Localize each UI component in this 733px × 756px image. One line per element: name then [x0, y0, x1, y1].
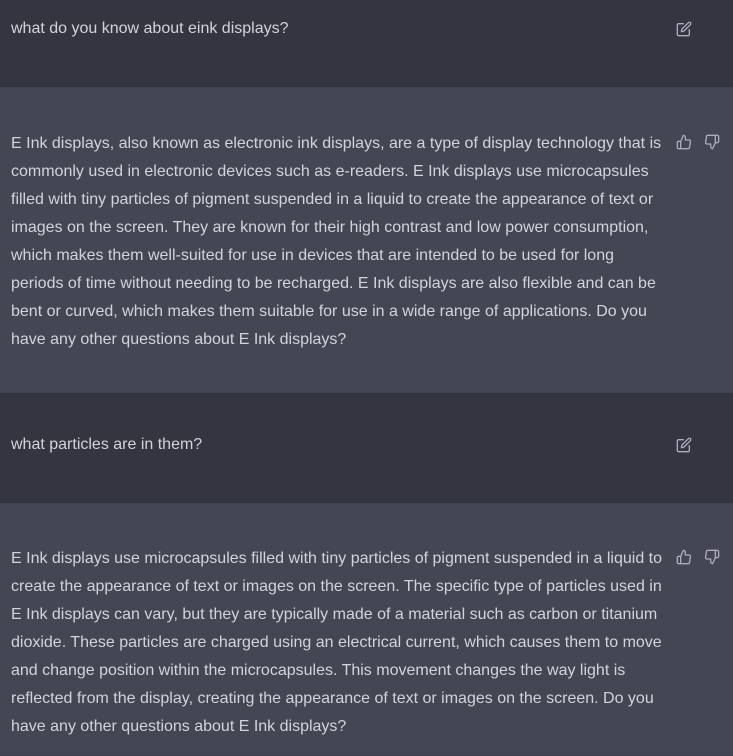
user-message-text: what particles are in them? [11, 436, 203, 453]
assistant-message: E Ink displays use microcapsules filled … [0, 503, 733, 756]
thumbs-up-icon[interactable] [675, 548, 693, 566]
user-message-text: what do you know about eink displays? [11, 20, 289, 37]
assistant-message-text: E Ink displays, also known as electronic… [11, 135, 662, 348]
conversation-thread: what do you know about eink displays? E … [0, 0, 733, 756]
edit-icon[interactable] [675, 436, 693, 454]
assistant-message-text: E Ink displays use microcapsules filled … [11, 550, 662, 735]
thumbs-up-icon[interactable] [675, 133, 693, 151]
user-message: what do you know about eink displays? [0, 0, 733, 87]
assistant-message: E Ink displays, also known as electronic… [0, 87, 733, 393]
user-message: what particles are in them? [0, 393, 733, 503]
edit-icon[interactable] [675, 20, 693, 38]
thumbs-down-icon[interactable] [703, 548, 721, 566]
thumbs-down-icon[interactable] [703, 133, 721, 151]
